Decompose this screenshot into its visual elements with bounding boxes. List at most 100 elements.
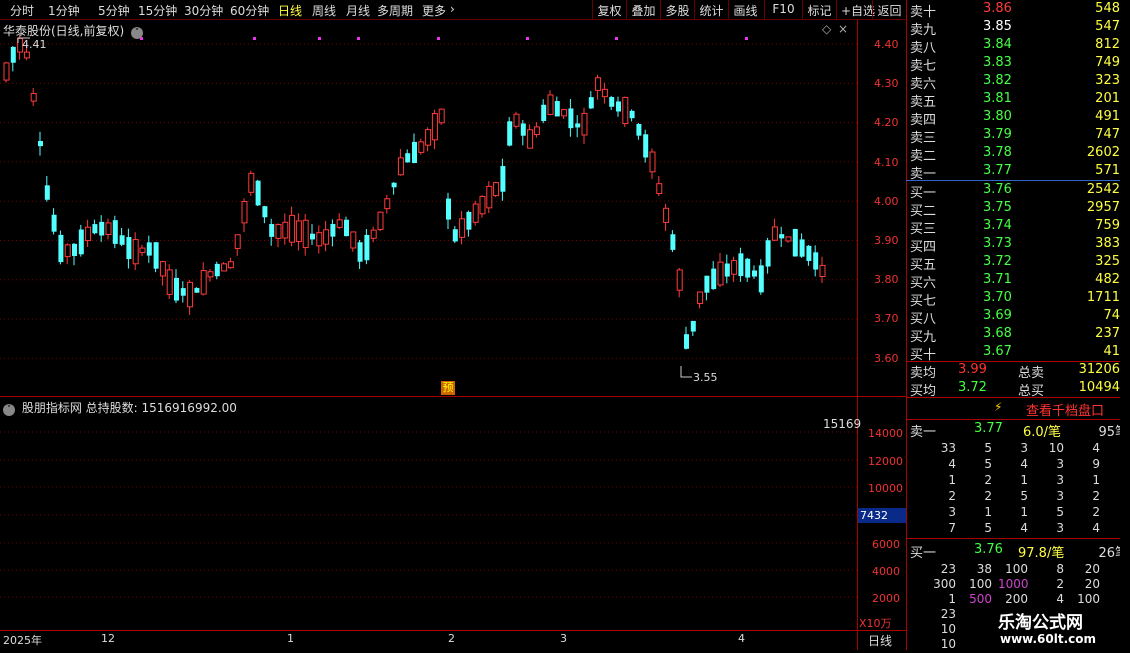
candle-up — [527, 129, 534, 149]
bid-volume: 41 — [1103, 344, 1120, 359]
ask-row[interactable]: 卖五 3.81 201 — [908, 91, 1130, 110]
ask-row[interactable]: 卖八 3.84 812 — [908, 37, 1130, 56]
queue-cell: 10 — [1048, 441, 1064, 455]
quote-divider — [906, 0, 907, 650]
candle-up — [30, 92, 37, 102]
candle-up — [717, 261, 724, 286]
candle-up — [425, 129, 432, 146]
ask-price: 3.81 — [983, 91, 1012, 106]
x-label: 2 — [448, 632, 455, 645]
candle-up — [676, 269, 683, 291]
candle-up — [23, 51, 30, 59]
candle-series — [3, 35, 826, 378]
sub-y-tick: 14000 — [868, 427, 903, 440]
ask-volume: 548 — [1095, 1, 1120, 16]
chevron-down-icon[interactable]: ˅ — [131, 27, 144, 39]
candle-down — [724, 263, 730, 277]
forecast-marker[interactable]: 预 — [441, 381, 455, 395]
candle-down — [310, 233, 315, 240]
candle-up — [316, 232, 323, 247]
candle-up — [486, 185, 493, 209]
candle-up — [200, 270, 207, 295]
bid-volume: 383 — [1095, 236, 1120, 251]
ask-row[interactable]: 卖七 3.83 749 — [908, 55, 1130, 74]
queue-cell: 5 — [984, 441, 992, 455]
candle-down — [588, 97, 594, 109]
candle-down — [405, 153, 411, 163]
y-tick: 4.00 — [874, 195, 899, 208]
chevron-down-icon[interactable]: ˅ — [3, 404, 15, 416]
ask-row[interactable]: 卖九 3.85 547 — [908, 19, 1130, 38]
bid-label: 买五 — [910, 258, 937, 273]
candle-down — [752, 270, 757, 277]
candle-up — [697, 291, 704, 304]
x-label: 12 — [101, 632, 115, 645]
bid-row[interactable]: 买三 3.74 759 — [908, 218, 1130, 237]
bid-price: 3.72 — [983, 254, 1012, 269]
bid-row[interactable]: 买四 3.73 383 — [908, 236, 1130, 255]
candle-up — [622, 96, 629, 125]
candlestick-chart[interactable] — [0, 0, 906, 650]
bid-row[interactable]: 买七 3.70 1711 — [908, 290, 1130, 309]
bid-volume: 325 — [1095, 254, 1120, 269]
bid-row[interactable]: 买六 3.71 482 — [908, 272, 1130, 291]
candle-up — [601, 88, 608, 98]
unit-label: X10万 — [859, 617, 892, 630]
bid-row[interactable]: 买二 3.75 2957 — [908, 200, 1130, 219]
candle-down — [99, 221, 105, 236]
queue-cell: 3 — [948, 505, 956, 519]
ask-row[interactable]: 卖三 3.79 747 — [908, 127, 1130, 146]
ask-row[interactable]: 卖十 3.86 548 — [908, 1, 1130, 20]
bid-row[interactable]: 买八 3.69 74 — [908, 308, 1130, 327]
bid-label: 买六 — [910, 276, 937, 291]
bid-row[interactable]: 买九 3.68 237 — [908, 326, 1130, 345]
queue-cell: 100 — [969, 577, 992, 591]
candle-up — [785, 236, 792, 242]
candle-down — [792, 228, 798, 257]
depth-button[interactable]: 查看千档盘口 — [1026, 400, 1104, 419]
bid-row[interactable]: 买一 3.76 2542 — [908, 182, 1130, 201]
candle-down — [330, 223, 336, 237]
bid-row[interactable]: 买五 3.72 325 — [908, 254, 1130, 273]
ask-row[interactable]: 卖四 3.80 491 — [908, 109, 1130, 128]
candle-down — [541, 104, 547, 122]
queue-cell: 7 — [948, 521, 956, 535]
candle-down — [520, 123, 526, 136]
candle-up — [139, 247, 146, 254]
ask-volume: 812 — [1095, 37, 1120, 52]
event-marker — [318, 37, 321, 40]
bid-row[interactable]: 买十 3.67 41 — [908, 344, 1130, 363]
event-marker — [615, 37, 618, 40]
candle-down — [78, 229, 84, 255]
x-label: 2025年 — [3, 634, 42, 647]
ask-price: 3.82 — [983, 73, 1012, 88]
queue-cell: 5 — [1056, 505, 1064, 519]
candle-up — [64, 244, 71, 258]
queue-cell: 23 — [940, 607, 956, 621]
candle-up — [431, 113, 438, 141]
diamond-icon[interactable]: ◇ — [822, 22, 831, 36]
candle-down — [357, 242, 363, 262]
candle-down — [670, 234, 676, 250]
queue-row: 3 1 1 5 2 — [908, 505, 1122, 521]
ask-row[interactable]: 卖一 3.77 571 — [908, 163, 1130, 182]
candle-up — [3, 62, 10, 81]
ask-row[interactable]: 卖六 3.82 323 — [908, 73, 1130, 92]
bid-price: 3.68 — [983, 326, 1012, 341]
queue-row: 4 5 4 3 9 — [908, 457, 1122, 473]
candle-up — [595, 77, 602, 91]
ask-row[interactable]: 卖二 3.78 2602 — [908, 145, 1130, 164]
close-icon[interactable]: × — [838, 22, 848, 36]
candle-down — [174, 277, 179, 301]
ask-price: 3.77 — [983, 163, 1012, 178]
candle-down — [466, 211, 472, 230]
event-marker — [437, 37, 440, 40]
candle-up — [166, 269, 173, 295]
watermark-name: 乐淘公式网 — [998, 613, 1083, 633]
queue-cell: 5 — [984, 457, 992, 471]
ask-price: 3.85 — [983, 19, 1012, 34]
candle-up — [105, 222, 112, 236]
bid-label: 买七 — [910, 294, 937, 309]
y-tick: 4.30 — [874, 77, 899, 90]
candle-up — [336, 219, 343, 228]
